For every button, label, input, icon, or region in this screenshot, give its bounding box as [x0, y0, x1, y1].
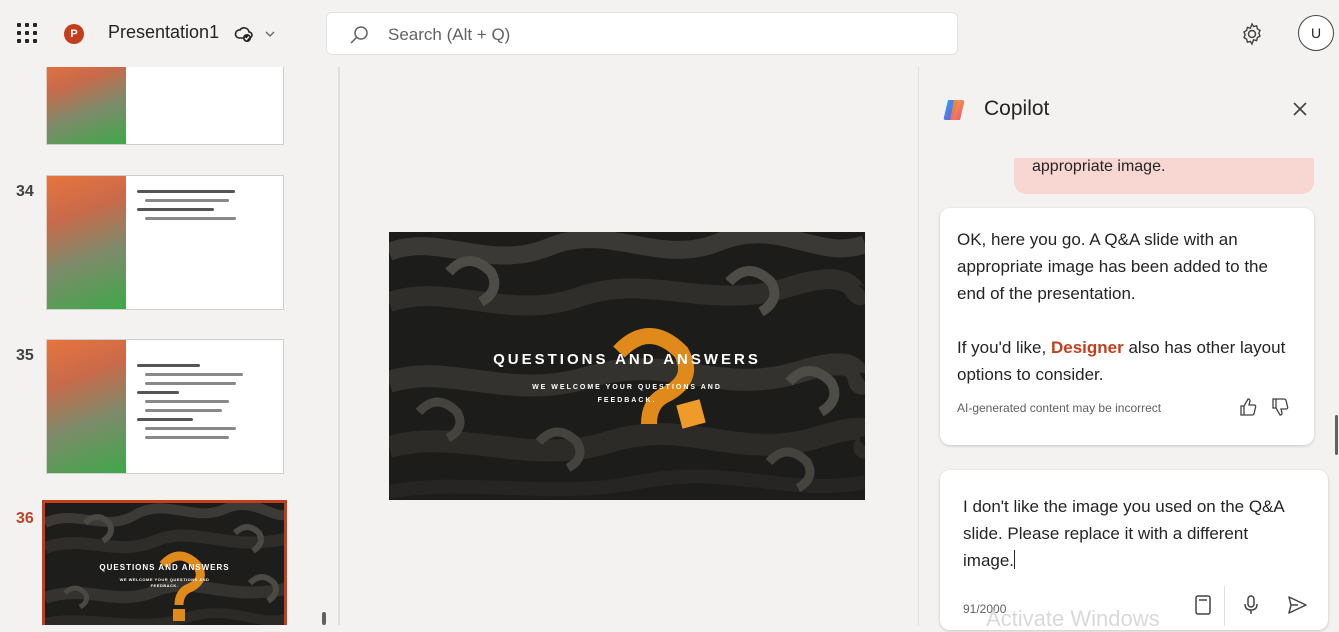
- thumbnail-scrollbar[interactable]: [322, 612, 326, 625]
- slide-title[interactable]: QUESTIONS AND ANSWERS: [389, 351, 865, 368]
- search-placeholder: Search (Alt + Q): [388, 25, 511, 44]
- chat-input-field[interactable]: I don't like the image you used on the Q…: [963, 493, 1303, 574]
- ai-response-text: OK, here you go. A Q&A slide with an app…: [957, 226, 1297, 388]
- designer-link[interactable]: Designer: [1051, 338, 1124, 357]
- user-message-text: appropriate image.: [1032, 158, 1166, 175]
- current-slide[interactable]: QUESTIONS AND ANSWERS WE WELCOME YOUR QU…: [389, 232, 865, 500]
- slide-subtitle[interactable]: WE WELCOME YOUR QUESTIONS AND FEEDBACK.: [504, 381, 750, 407]
- app-launcher-icon[interactable]: [16, 22, 38, 44]
- top-bar: P Presentation1 Search (Alt + Q) U: [0, 0, 1339, 67]
- slide-thumbnail[interactable]: CONCLUSION: [46, 339, 284, 474]
- slide-number: 34: [16, 183, 34, 200]
- send-icon[interactable]: [1286, 594, 1308, 616]
- slide-number: 35: [16, 347, 34, 364]
- ai-response-paragraph: If you'd like, Designer also has other l…: [957, 334, 1297, 388]
- close-icon[interactable]: [1290, 99, 1310, 119]
- search-icon: [350, 26, 368, 44]
- copilot-logo-icon: [943, 100, 965, 120]
- powerpoint-logo-icon: P: [64, 24, 84, 44]
- user-message-bubble: appropriate image.: [1014, 158, 1314, 194]
- slide-thumbnail-selected[interactable]: QUESTIONS AND ANSWERS WE WELCOME YOUR QU…: [42, 500, 287, 625]
- thumbs-up-icon[interactable]: [1238, 397, 1258, 417]
- thumbnail-slide-subtitle: WE WELCOME YOUR QUESTIONS AND FEEDBACK.: [119, 577, 210, 588]
- search-box[interactable]: Search (Alt + Q): [326, 12, 958, 55]
- copilot-title: Copilot: [984, 97, 1050, 120]
- slide-number: 36: [16, 510, 34, 527]
- document-title[interactable]: Presentation1: [108, 22, 219, 43]
- ai-response-paragraph: OK, here you go. A Q&A slide with an app…: [957, 230, 1268, 303]
- thumbs-down-icon[interactable]: [1270, 397, 1290, 417]
- activate-windows-watermark: Activate Windows: [986, 606, 1160, 631]
- slide-thumbnail[interactable]: RISK ASSESSMENT AND MITIGATION: RISK MIT…: [46, 175, 284, 310]
- ai-disclaimer: AI-generated content may be incorrect: [957, 401, 1162, 415]
- prompt-guide-icon[interactable]: [1192, 594, 1214, 616]
- autosave-status-icon[interactable]: [234, 24, 254, 44]
- ai-text-fragment: If you'd like,: [957, 338, 1051, 357]
- chat-input-value: I don't like the image you used on the Q…: [963, 497, 1284, 570]
- ai-response-card: OK, here you go. A Q&A slide with an app…: [940, 208, 1314, 445]
- thumbnail-slide-title: QUESTIONS AND ANSWERS: [99, 563, 230, 572]
- gear-icon[interactable]: [1240, 22, 1264, 46]
- slide-thumbnail[interactable]: IDENTIFYING POTENTIAL RISKS: [46, 67, 284, 145]
- chevron-down-icon[interactable]: [264, 28, 276, 40]
- slide-thumbnail-pane: IDENTIFYING POTENTIAL RISKS 34 RISK ASSE…: [0, 67, 338, 625]
- avatar[interactable]: U: [1298, 15, 1334, 51]
- microphone-icon[interactable]: [1240, 594, 1262, 616]
- thumbnail-section-title: IDENTIFYING POTENTIAL RISKS: [229, 67, 278, 84]
- copilot-scrollbar[interactable]: [1335, 415, 1338, 455]
- toolbar-separator: [1224, 586, 1225, 626]
